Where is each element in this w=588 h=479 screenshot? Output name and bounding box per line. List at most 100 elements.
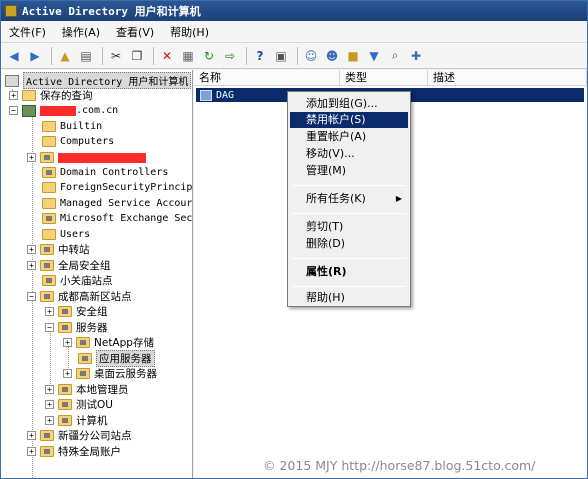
tree-node-app-servers[interactable]: 应用服务器 xyxy=(78,350,155,367)
copy-icon[interactable]: ❐ xyxy=(128,47,146,65)
tree-node-test-ou[interactable]: + 测试OU xyxy=(45,397,113,412)
tree-label: 计算机 xyxy=(76,415,108,427)
ou-folder-icon xyxy=(78,353,92,364)
menu-separator xyxy=(292,213,406,214)
expand-icon[interactable]: + xyxy=(27,431,36,440)
tree-label: 安全组 xyxy=(76,306,108,318)
console-tree[interactable]: Active Directory 用户和计算机 + 保存的查询 − .com.c… xyxy=(1,70,193,478)
aduc-app-icon xyxy=(5,5,17,17)
row-name: DAG xyxy=(216,89,235,101)
tree-node-foreign-security[interactable]: ForeignSecurityPrincip xyxy=(42,180,192,195)
menu-action[interactable]: 操作(A) xyxy=(54,24,108,40)
menu-file[interactable]: 文件(F) xyxy=(1,24,54,40)
new-group-icon[interactable]: ☻ xyxy=(323,47,341,65)
tree-node-root[interactable]: Active Directory 用户和计算机 xyxy=(5,72,192,89)
expand-icon[interactable]: + xyxy=(27,261,36,270)
collapse-icon[interactable]: − xyxy=(9,106,18,115)
menu-all-tasks-label: 所有任务(K) xyxy=(306,192,366,205)
tree-node-security-group[interactable]: + 安全组 xyxy=(45,304,108,319)
new-user-icon[interactable]: ☺ xyxy=(302,47,320,65)
folder-icon xyxy=(42,229,56,240)
show-hide-tree-icon[interactable]: ▤ xyxy=(77,47,95,65)
tree-node-desktop-cloud[interactable]: + 桌面云服务器 xyxy=(63,366,157,381)
cut-icon[interactable]: ✂ xyxy=(107,47,125,65)
tree-node-exchange[interactable]: Microsoft Exchange Sec xyxy=(42,211,192,226)
ou-folder-icon xyxy=(42,167,56,178)
tree-label: 保存的查询 xyxy=(40,90,93,102)
expand-icon[interactable]: + xyxy=(45,385,54,394)
menu-disable-account[interactable]: 禁用帐户(S) xyxy=(290,112,408,128)
tree-node-users[interactable]: Users xyxy=(42,227,90,242)
tree-node-domain-controllers[interactable]: Domain Controllers xyxy=(42,165,168,180)
find-icon[interactable]: ⌕ xyxy=(386,47,404,65)
menu-add-to-group[interactable]: 添加到组(G)... xyxy=(290,96,408,112)
tree-node-computer[interactable]: + 计算机 xyxy=(45,413,108,428)
aduc-window: Active Directory 用户和计算机 文件(F) 操作(A) 查看(V… xyxy=(0,0,588,479)
tree-node-managed-service[interactable]: Managed Service Accour xyxy=(42,196,192,211)
list-header: 名称 类型 描述 xyxy=(194,70,587,86)
tree-node-servers[interactable]: − 服务器 xyxy=(45,320,108,335)
tree-node-local-admins[interactable]: + 本地管理员 xyxy=(45,382,129,397)
menu-delete[interactable]: 删除(D) xyxy=(290,236,408,252)
tree-node-saved-queries[interactable]: + 保存的查询 xyxy=(9,88,93,103)
expand-icon[interactable]: + xyxy=(63,338,72,347)
menu-manage[interactable]: 管理(M) xyxy=(290,163,408,179)
tree-label: ForeignSecurityPrincip xyxy=(60,182,193,193)
title-bar[interactable]: Active Directory 用户和计算机 xyxy=(1,1,587,21)
add-to-group-icon[interactable]: ✚ xyxy=(407,47,425,65)
collapse-icon[interactable]: − xyxy=(45,323,54,332)
collapse-icon[interactable]: − xyxy=(27,292,36,301)
menu-help-item[interactable]: 帮助(H) xyxy=(290,290,408,306)
tree-label: 应用服务器 xyxy=(96,350,155,367)
context-menu: 添加到组(G)... 禁用帐户(S) 重置帐户(A) 移动(V)... 管理(M… xyxy=(287,91,411,307)
expand-icon[interactable]: + xyxy=(63,369,72,378)
tree-node-netapp[interactable]: + NetApp存储 xyxy=(63,335,154,350)
tree-label: .com.cn xyxy=(76,105,119,116)
export-list-icon[interactable]: ⇨ xyxy=(221,47,239,65)
expand-icon[interactable]: + xyxy=(45,400,54,409)
tree-node-builtin[interactable]: Builtin xyxy=(42,119,102,134)
column-name[interactable]: 名称 xyxy=(194,70,340,86)
up-folder-icon[interactable]: ▲ xyxy=(56,47,74,65)
menu-properties[interactable]: 属性(R) xyxy=(290,264,408,280)
delete-icon[interactable]: ✕ xyxy=(158,47,176,65)
expand-icon[interactable]: + xyxy=(27,153,36,162)
console-icon[interactable]: ▣ xyxy=(272,47,290,65)
help-icon[interactable]: ? xyxy=(251,47,269,65)
menu-help[interactable]: 帮助(H) xyxy=(162,24,217,40)
expand-icon[interactable]: + xyxy=(9,91,18,100)
tree-node-xiaoguanmiao[interactable]: 小关庙站点 xyxy=(42,273,113,288)
column-type[interactable]: 类型 xyxy=(340,70,428,86)
tree-label: Builtin xyxy=(60,121,103,132)
tree-node-redacted-ou[interactable]: + xyxy=(27,150,146,165)
menu-reset-account[interactable]: 重置帐户(A) xyxy=(290,129,408,145)
filter-icon[interactable]: ▼ xyxy=(365,47,383,65)
tree-node-domain[interactable]: − .com.cn xyxy=(9,103,118,118)
tree-node-zhongzhuan[interactable]: + 中转站 xyxy=(27,242,90,257)
back-icon[interactable]: ◀ xyxy=(5,47,23,65)
ou-folder-icon xyxy=(76,368,90,379)
menu-bar: 文件(F) 操作(A) 查看(V) 帮助(H) xyxy=(1,21,587,43)
properties-icon[interactable]: ▦ xyxy=(179,47,197,65)
menu-cut[interactable]: 剪切(T) xyxy=(290,219,408,235)
new-ou-icon[interactable]: ■ xyxy=(344,47,362,65)
tree-node-xinjiang[interactable]: + 新疆分公司站点 xyxy=(27,428,132,443)
ou-folder-icon xyxy=(40,260,54,271)
menu-view[interactable]: 查看(V) xyxy=(108,24,162,40)
tree-node-global-security[interactable]: + 全局安全组 xyxy=(27,258,111,273)
tree-node-special-accounts[interactable]: + 特殊全局账户 xyxy=(27,444,121,459)
expand-icon[interactable]: + xyxy=(45,307,54,316)
refresh-icon[interactable]: ↻ xyxy=(200,47,218,65)
expand-icon[interactable]: + xyxy=(45,416,54,425)
menu-move[interactable]: 移动(V)... xyxy=(290,146,408,162)
menu-all-tasks[interactable]: 所有任务(K) ▶ xyxy=(290,191,408,207)
expand-icon[interactable]: + xyxy=(27,245,36,254)
column-description[interactable]: 描述 xyxy=(428,70,587,86)
tree-node-computers[interactable]: Computers xyxy=(42,134,114,149)
tree-label: 桌面云服务器 xyxy=(94,368,157,380)
tree-label: Users xyxy=(60,229,91,240)
tree-node-chengdu[interactable]: − 成都高新区站点 xyxy=(27,289,132,304)
forward-icon[interactable]: ▶ xyxy=(26,47,44,65)
expand-icon[interactable]: + xyxy=(27,447,36,456)
tree-label: Domain Controllers xyxy=(60,167,169,178)
